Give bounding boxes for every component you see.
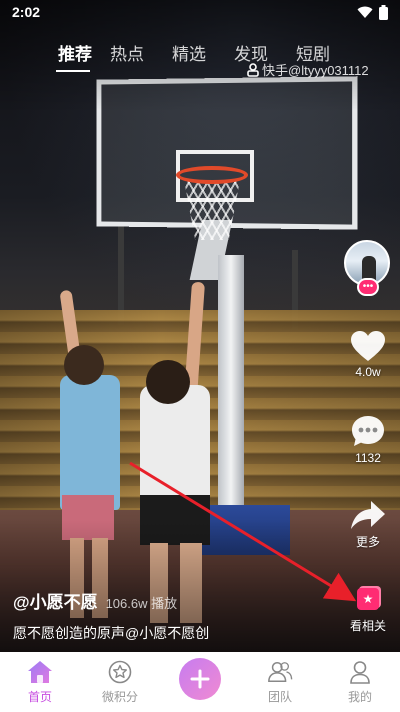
- nav-points[interactable]: 微积分: [80, 652, 160, 712]
- related-button[interactable]: ★ 看相关: [344, 588, 392, 634]
- player-left: [60, 375, 120, 510]
- video-player[interactable]: [0, 0, 400, 652]
- star-badge-icon: [107, 660, 133, 684]
- more-dots-icon[interactable]: •••: [357, 278, 379, 296]
- like-count: 4.0w: [355, 365, 381, 379]
- nav-team[interactable]: 团队: [240, 652, 320, 712]
- related-label: 看相关: [349, 619, 386, 633]
- related-star-icon: ★: [357, 588, 379, 610]
- like-button[interactable]: 4.0w: [344, 330, 392, 379]
- video-caption: @小愿不愿 106.6w 播放 愿不愿创造的原声@小愿不愿创: [13, 588, 333, 643]
- video-description[interactable]: 愿不愿创造的原声@小愿不愿创: [13, 623, 333, 643]
- bottom-navigation: 首页 微积分 团队 我的: [0, 652, 400, 712]
- wifi-icon: [357, 6, 373, 18]
- nav-label: 我的: [347, 690, 372, 704]
- home-icon: [27, 660, 53, 684]
- nav-label: 团队: [267, 690, 292, 704]
- author-line: @小愿不愿 106.6w 播放: [13, 588, 333, 613]
- profile-icon: [347, 660, 373, 684]
- status-bar: 2:02: [0, 0, 400, 24]
- active-tab-indicator: [56, 70, 90, 72]
- player-head: [64, 345, 104, 385]
- kuaishou-watermark: 快手@ltyyy031112: [247, 60, 369, 79]
- status-icons: [357, 4, 388, 20]
- team-icon: [267, 660, 293, 684]
- tab-selected[interactable]: 精选: [172, 40, 234, 70]
- battery-icon: [379, 4, 388, 20]
- comment-button[interactable]: 1132: [344, 414, 392, 465]
- play-count: 106.6w 播放: [105, 596, 178, 611]
- nav-home[interactable]: 首页: [0, 652, 80, 712]
- player-right: [140, 385, 210, 505]
- comment-count: 1132: [355, 451, 381, 465]
- watermark-text: 快手@ltyyy031112: [262, 63, 369, 78]
- nav-label: 首页: [27, 690, 52, 704]
- nav-label: 微积分: [101, 690, 138, 704]
- status-time: 2:02: [12, 4, 41, 20]
- basketball-hoop: [176, 166, 248, 184]
- nav-profile[interactable]: 我的: [320, 652, 400, 712]
- hoop-pole: [218, 255, 244, 535]
- author-name[interactable]: @小愿不愿: [13, 588, 98, 613]
- tab-label: 精选: [172, 45, 206, 64]
- player-head: [146, 360, 190, 404]
- tab-hot[interactable]: 热点: [110, 40, 172, 70]
- more-button[interactable]: 更多: [344, 500, 392, 550]
- plus-icon: [179, 658, 221, 700]
- nav-add[interactable]: [160, 652, 240, 712]
- author-avatar-button[interactable]: •••: [344, 240, 392, 296]
- tab-recommend[interactable]: 推荐: [48, 40, 110, 72]
- more-label: 更多: [355, 535, 380, 549]
- heart-icon: [351, 331, 385, 361]
- tab-label: 热点: [110, 45, 144, 64]
- comment-icon: [352, 416, 384, 446]
- tab-label: 推荐: [58, 45, 92, 64]
- kuaishou-logo-icon: [247, 62, 259, 77]
- share-arrow-icon: [351, 501, 385, 529]
